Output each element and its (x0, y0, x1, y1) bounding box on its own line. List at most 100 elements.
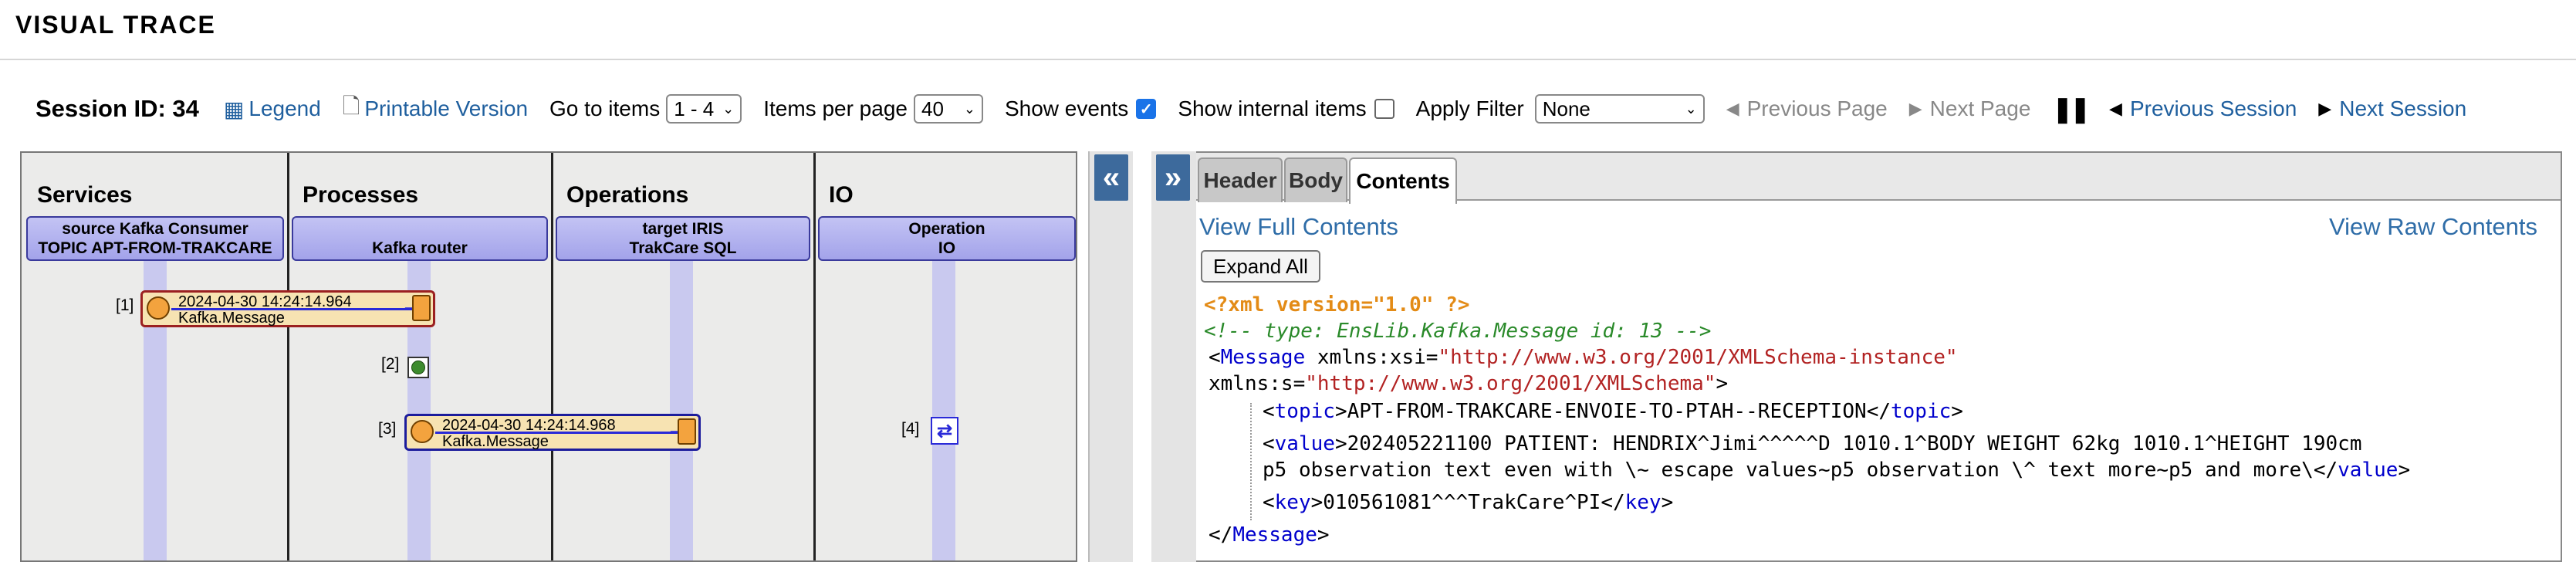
show-internal-items: Show internal items (1178, 96, 1394, 121)
host-lane (670, 261, 693, 560)
chevron-down-icon: ⌄ (722, 100, 735, 117)
filter-select[interactable]: None ⌄ (1534, 94, 1705, 124)
message-arrow (435, 432, 679, 434)
event-icon[interactable] (407, 357, 429, 378)
printable-version-link[interactable]: 🗋 Printable Version (343, 90, 528, 127)
xml-message-open: <Message xmlns:xsi="http://www.w3.org/20… (1209, 346, 1958, 369)
tag-name: Message (1220, 346, 1306, 369)
legend-link[interactable]: ▦ Legend (224, 96, 321, 122)
expand-all-button[interactable]: Expand All (1201, 250, 1320, 283)
expand-sidebar: » (1151, 151, 1196, 562)
message-target-icon (412, 295, 431, 321)
chevron-down-icon: ⌄ (963, 100, 975, 117)
host-name-line1 (293, 219, 546, 239)
show-events-checkbox[interactable]: ✓ (1136, 99, 1157, 119)
previous-session-link[interactable]: ◀ Previous Session (2109, 96, 2297, 121)
tag-name: key (1274, 491, 1311, 514)
host-lane (932, 261, 955, 560)
host-name-line2: IO (938, 239, 956, 257)
host-source-kafka-consumer[interactable]: source Kafka Consumer TOPIC APT-FROM-TRA… (26, 216, 284, 261)
tab-body[interactable]: Body (1284, 157, 1347, 202)
xml-value-line1: <value>202405221100 PATIENT: HENDRIX^Jim… (1263, 432, 2362, 455)
triangle-right-icon: ▶ (1908, 99, 1922, 118)
tag-name: topic (1274, 400, 1335, 423)
item-index: [3] (378, 420, 397, 438)
attr-name: xmlns:xsi (1317, 346, 1426, 369)
item-index: [2] (381, 355, 400, 373)
xml-comment: <!-- type: EnsLib.Kafka.Message id: 13 -… (1204, 320, 1712, 343)
previous-page-button[interactable]: ◀ Previous Page (1726, 96, 1888, 121)
apply-filter: Apply Filter None ⌄ (1416, 94, 1705, 124)
contents-panel: Header Body Contents View Full Contents … (1196, 151, 2562, 562)
title-divider (0, 59, 2576, 60)
printable-label: Printable Version (364, 96, 529, 120)
value-text-1: 202405221100 PATIENT: HENDRIX^Jimi^^^^^D… (1347, 432, 2362, 455)
value-text-2: p5 observation text even with \~ escape … (1263, 459, 2314, 482)
io-exchange-icon[interactable]: ⇄ (931, 417, 958, 445)
previous-session-label: Previous Session (2129, 96, 2297, 120)
xml-key: <key>010561081^^^TrakCare^PI</key> (1263, 491, 1674, 514)
view-raw-contents-link[interactable]: View Raw Contents (2329, 213, 2537, 241)
tag-name: key (1624, 491, 1662, 514)
per-page-value: 40 (921, 96, 944, 120)
attr-value: "http://www.w3.org/2001/XMLSchema" (1305, 372, 1716, 395)
column-header-io: IO (829, 182, 854, 208)
collapse-sidebar: « (1088, 151, 1133, 562)
next-session-link[interactable]: ▶ Next Session (2318, 96, 2466, 121)
show-internal-label: Show internal items (1178, 96, 1367, 120)
host-operation-io[interactable]: Operation IO (818, 216, 1076, 261)
trace-diagram: Services Processes Operations IO source … (20, 151, 1077, 562)
host-target-iris[interactable]: target IRIS TrakCare SQL (556, 216, 810, 261)
expand-button[interactable]: » (1156, 154, 1190, 201)
host-kafka-router[interactable]: Kafka router (292, 216, 548, 261)
host-name-line1: source Kafka Consumer (62, 220, 248, 238)
message-target-icon (678, 418, 696, 445)
table-icon: ▦ (223, 96, 245, 121)
tabs-bar: Header Body Contents (1196, 153, 2561, 204)
apply-filter-label: Apply Filter (1415, 96, 1524, 120)
item-index: [1] (116, 296, 134, 314)
view-full-contents-link[interactable]: View Full Contents (1199, 213, 1398, 241)
host-name-line2: TOPIC APT-FROM-TRAKCARE (38, 239, 272, 257)
chevron-down-icon: ⌄ (1685, 100, 1697, 117)
message-source-icon (147, 296, 170, 320)
topic-value: APT-FROM-TRAKCARE-ENVOIE-TO-PTAH--RECEPT… (1347, 400, 1867, 423)
message-type: Kafka.Message (178, 310, 285, 327)
triangle-left-icon: ◀ (2109, 99, 2122, 118)
host-name-line1: target IRIS (642, 220, 724, 238)
previous-page-label: Previous Page (1746, 96, 1888, 120)
tag-name: value (2338, 459, 2399, 482)
tag-name: topic (1891, 400, 1952, 423)
app-title: VISUAL TRACE (15, 11, 216, 39)
pause-icon[interactable]: ❚❚ (2052, 94, 2091, 124)
event-dot (411, 361, 425, 374)
column-divider (551, 153, 553, 560)
host-name-line2: Kafka router (372, 239, 468, 257)
collapse-button[interactable]: « (1094, 154, 1128, 201)
tab-contents[interactable]: Contents (1349, 157, 1457, 204)
goto-items-value: 1 - 4 (674, 96, 715, 120)
filter-value: None (1542, 96, 1591, 120)
goto-items-select[interactable]: 1 - 4 ⌄ (666, 94, 742, 124)
indent-guide (1250, 403, 1252, 520)
tab-header[interactable]: Header (1198, 157, 1283, 202)
next-session-label: Next Session (2339, 96, 2467, 120)
xml-topic: <topic>APT-FROM-TRAKCARE-ENVOIE-TO-PTAH-… (1263, 400, 1963, 423)
next-page-button[interactable]: ▶ Next Page (1909, 96, 2031, 121)
column-divider (287, 153, 289, 560)
tag-name: Message (1232, 523, 1317, 547)
items-per-page-select[interactable]: 40 ⌄ (913, 94, 983, 124)
xml-value-line2: p5 observation text even with \~ escape … (1263, 459, 2411, 482)
xml-message-close: </Message> (1209, 523, 1330, 547)
show-events: Show events ✓ (1005, 96, 1157, 121)
message-type: Kafka.Message (442, 433, 549, 450)
attr-value: "http://www.w3.org/2001/XMLSchema-instan… (1438, 346, 1958, 369)
item-index: [4] (901, 420, 920, 438)
message-arrow (171, 308, 414, 310)
column-divider (813, 153, 816, 560)
message-source-icon (411, 420, 434, 443)
host-name-line2: TrakCare SQL (629, 239, 737, 257)
column-header-processes: Processes (303, 182, 419, 208)
show-internal-checkbox[interactable] (1374, 99, 1394, 119)
key-value: 010561081^^^TrakCare^PI (1323, 491, 1601, 514)
